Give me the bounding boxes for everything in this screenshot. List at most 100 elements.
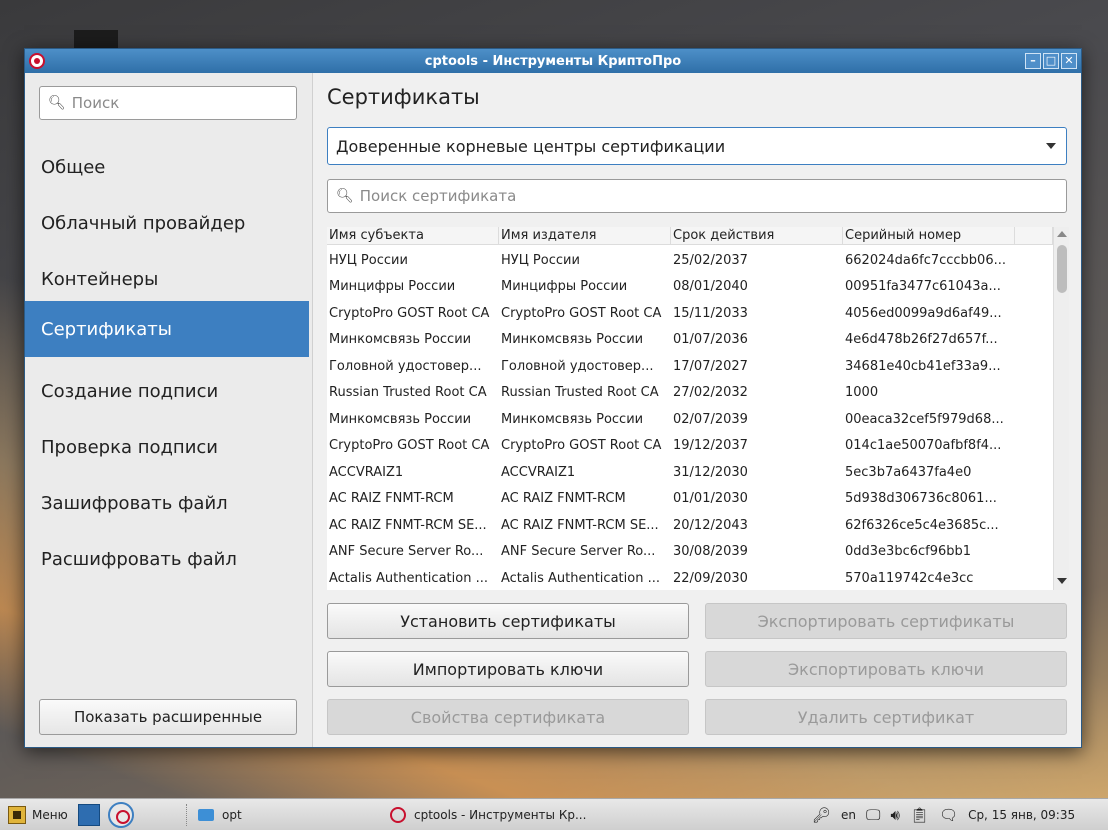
certificate-table: Имя субъекта Имя издателя Срок действия …: [327, 227, 1069, 590]
sidebar-item-general[interactable]: Общее: [25, 139, 309, 195]
table-row[interactable]: Минцифры России Минцифры России 08/01/2040…: [327, 274, 1053, 301]
install-certificates-button[interactable]: Установить сертификаты: [327, 603, 689, 639]
sidebar-item-containers[interactable]: Контейнеры: [25, 251, 309, 307]
sidebar-item-label: Расшифровать файл: [41, 548, 237, 570]
scroll-down-icon[interactable]: [1057, 578, 1067, 584]
title-bar[interactable]: cptools - Инструменты КриптоПро – □ ✕: [25, 49, 1081, 73]
cell-subject: CryptoPro GOST Root CA: [329, 305, 490, 321]
window-title: cptools - Инструменты КриптоПро: [424, 53, 682, 69]
cell-validity: 01/01/2030: [673, 491, 748, 507]
key-icon[interactable]: 🔑︎: [812, 806, 831, 824]
maximize-icon[interactable]: □: [1043, 53, 1059, 69]
table-row[interactable]: ANF Secure Server Ro... ANF Secure Server…: [327, 539, 1053, 566]
menu-icon: [8, 806, 26, 824]
start-menu-button[interactable]: Меню: [8, 799, 68, 830]
volume-icon[interactable]: 🔊︎: [891, 806, 900, 824]
cell-issuer: Actalis Authentication ...: [501, 570, 660, 586]
table-scrollbar[interactable]: [1053, 227, 1069, 590]
cell-subject: AC RAIZ FNMT-RCM: [329, 491, 454, 507]
cell-issuer: AC RAIZ FNMT-RCM: [501, 491, 626, 507]
sidebar-search-placeholder: Поиск: [71, 94, 120, 112]
sidebar-item-encrypt-file[interactable]: Зашифровать файл: [25, 475, 309, 531]
cell-subject: Минцифры России: [329, 279, 456, 295]
scroll-thumb[interactable]: [1057, 245, 1067, 293]
app-window: cptools - Инструменты КриптоПро – □ ✕ 🔍︎…: [24, 48, 1082, 748]
taskbar: Меню opt cptools - Инструменты Кр... 🔑︎ …: [0, 798, 1108, 830]
window-controls: – □ ✕: [1025, 53, 1077, 69]
monitor-icon[interactable]: 🖵︎: [866, 806, 880, 824]
launcher-cptools[interactable]: [108, 799, 134, 830]
desktop-icon: [78, 804, 100, 826]
chevron-down-icon: [1046, 143, 1056, 149]
export-keys-button[interactable]: Экспортировать ключи: [705, 651, 1067, 687]
certificate-search-input[interactable]: 🔍︎ Поиск сертификата: [327, 179, 1067, 213]
cell-subject: Головной удостовер...: [329, 358, 482, 374]
sidebar-item-create-signature[interactable]: Создание подписи: [25, 363, 309, 419]
sidebar-item-label: Создание подписи: [41, 380, 219, 402]
sidebar-item-label: Общее: [41, 156, 106, 178]
table-row[interactable]: CryptoPro GOST Root CA CryptoPro GOST Roo…: [327, 300, 1053, 327]
search-icon: 🔍︎: [48, 95, 66, 111]
sidebar-item-cloud-provider[interactable]: Облачный провайдер: [25, 195, 309, 251]
cell-validity: 01/07/2036: [673, 332, 748, 348]
sidebar-item-verify-signature[interactable]: Проверка подписи: [25, 419, 309, 475]
certificate-store-select[interactable]: Доверенные корневые центры сертификации: [327, 127, 1067, 165]
column-header-serial[interactable]: Серийный номер: [843, 227, 1015, 244]
cell-issuer: AC RAIZ FNMT-RCM SE...: [501, 517, 659, 533]
cell-subject: AC RAIZ FNMT-RCM SE...: [329, 517, 487, 533]
sidebar-item-decrypt-file[interactable]: Расшифровать файл: [25, 531, 309, 587]
taskbar-task-cptools[interactable]: cptools - Инструменты Кр...: [390, 799, 606, 830]
notification-icon[interactable]: 🗨︎: [939, 806, 958, 824]
sidebar-item-certificates[interactable]: Сертификаты: [25, 301, 309, 357]
table-row[interactable]: AC RAIZ FNMT-RCM AC RAIZ FNMT-RCM 01/01/20…: [327, 486, 1053, 513]
cell-subject: ANF Secure Server Ro...: [329, 544, 484, 560]
cell-serial: 014c1ae50070afbf8f4...: [845, 438, 1002, 454]
folder-icon: [198, 809, 214, 821]
table-row[interactable]: AC RAIZ FNMT-RCM SE... AC RAIZ FNMT-RCM S…: [327, 512, 1053, 539]
cell-issuer: ACCVRAIZ1: [501, 464, 576, 480]
table-row[interactable]: ACCVRAIZ1 ACCVRAIZ1 31/12/2030 5ec3b7a6437f…: [327, 459, 1053, 486]
minimize-icon[interactable]: –: [1025, 53, 1041, 69]
cell-serial: 5d938d306736c8061...: [845, 491, 997, 507]
table-row[interactable]: Головной удостовер... Головной удостовер.…: [327, 353, 1053, 380]
table-row[interactable]: Минкомсвязь России Минкомсвязь России 01/0…: [327, 327, 1053, 354]
cell-subject: Минкомсвязь России: [329, 411, 472, 427]
table-row[interactable]: CryptoPro GOST Root CA CryptoPro GOST Roo…: [327, 433, 1053, 460]
table-row[interactable]: Минкомсвязь России Минкомсвязь России 02/0…: [327, 406, 1053, 433]
store-select-value: Доверенные корневые центры сертификации: [336, 136, 726, 156]
clipboard-icon[interactable]: 📋︎: [910, 806, 929, 824]
cell-issuer: Головной удостовер...: [501, 358, 654, 374]
cell-serial: 00eaca32cef5f979d68...: [845, 411, 1004, 427]
column-header-validity[interactable]: Срок действия: [671, 227, 843, 244]
column-header-subject[interactable]: Имя субъекта: [327, 227, 499, 244]
show-desktop-button[interactable]: [78, 799, 100, 830]
sidebar-item-label: Контейнеры: [41, 268, 159, 290]
table-row[interactable]: Actalis Authentication ... Actalis Authen…: [327, 565, 1053, 590]
column-header-issuer[interactable]: Имя издателя: [499, 227, 671, 244]
scroll-up-icon[interactable]: [1057, 231, 1067, 237]
import-keys-button[interactable]: Импортировать ключи: [327, 651, 689, 687]
taskbar-folder-opt[interactable]: opt: [198, 799, 242, 830]
delete-certificate-button[interactable]: Удалить сертификат: [705, 699, 1067, 735]
cell-issuer: CryptoPro GOST Root CA: [501, 438, 662, 454]
certificate-properties-button[interactable]: Свойства сертификата: [327, 699, 689, 735]
cell-serial: 0dd3e3bc6cf96bb1: [845, 544, 972, 560]
sidebar-item-label: Проверка подписи: [41, 436, 218, 458]
cell-validity: 27/02/2032: [673, 385, 748, 401]
cell-subject: Actalis Authentication ...: [329, 570, 488, 586]
cell-serial: 5ec3b7a6437fa4e0: [845, 464, 972, 480]
cell-validity: 02/07/2039: [673, 411, 748, 427]
export-certificates-button[interactable]: Экспортировать сертификаты: [705, 603, 1067, 639]
cell-issuer: ANF Secure Server Ro...: [501, 544, 656, 560]
page-title: Сертификаты: [327, 85, 480, 109]
table-row[interactable]: НУЦ России НУЦ России 25/02/2037 662024da6f…: [327, 247, 1053, 274]
show-advanced-button[interactable]: Показать расширенные: [39, 699, 297, 735]
sidebar-search-input[interactable]: 🔍︎ Поиск: [39, 86, 297, 120]
clock[interactable]: Ср, 15 янв, 09:35: [968, 808, 1075, 822]
cell-validity: 15/11/2033: [673, 305, 748, 321]
close-icon[interactable]: ✕: [1061, 53, 1077, 69]
cryptopro-launcher-icon: [108, 802, 134, 828]
keyboard-layout[interactable]: en: [841, 808, 856, 822]
table-row[interactable]: Russian Trusted Root CA Russian Trusted R…: [327, 380, 1053, 407]
cell-subject: Минкомсвязь России: [329, 332, 472, 348]
